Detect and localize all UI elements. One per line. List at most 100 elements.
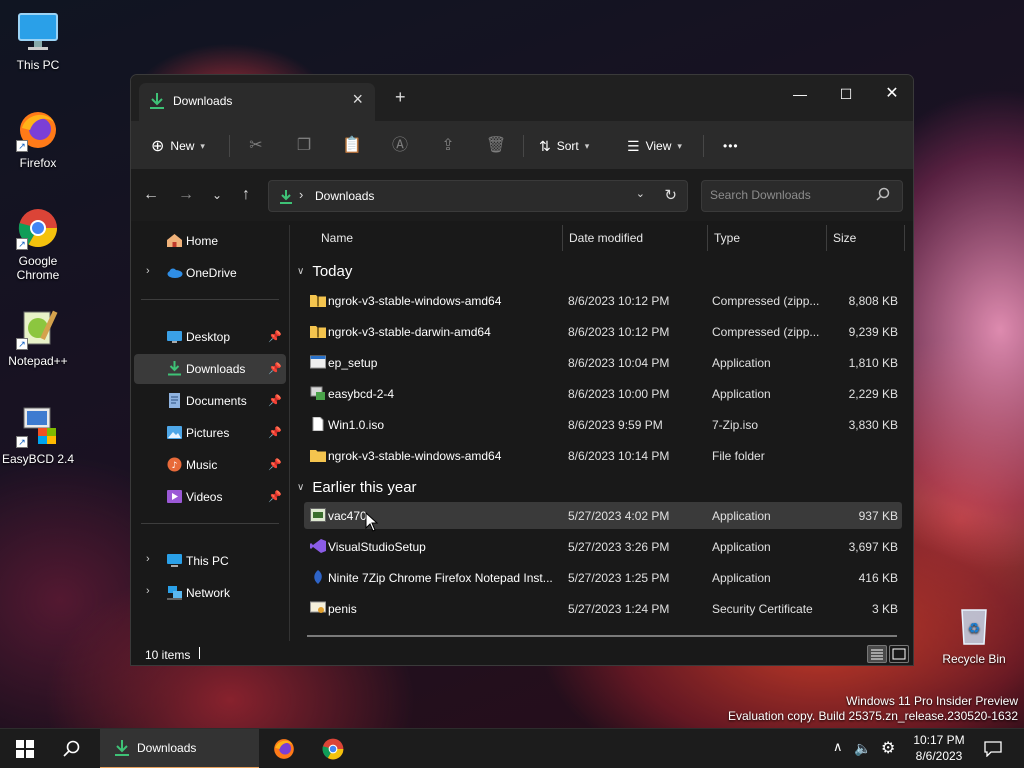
horizontal-scrollbar[interactable] <box>307 635 897 637</box>
zip-folder-icon <box>310 324 326 339</box>
pin-icon[interactable]: 📌 <box>268 330 282 343</box>
taskbar-item-firefox[interactable] <box>266 729 302 768</box>
notification-center-button[interactable] <box>978 729 1008 768</box>
desktop-icon-recycle-bin[interactable]: ♻ Recycle Bin <box>936 604 1012 666</box>
chevron-right-icon[interactable]: › <box>146 553 150 565</box>
sidebar-item-onedrive[interactable]: › OneDrive <box>134 258 286 288</box>
file-name: Win1.0.iso <box>328 418 385 432</box>
sidebar-item-desktop[interactable]: Desktop 📌 <box>134 322 286 352</box>
rename-icon[interactable]: Ⓐ <box>389 135 411 157</box>
column-divider[interactable] <box>904 225 905 251</box>
table-row[interactable]: VisualStudioSetup 5/27/2023 3:26 PM Applic… <box>304 533 902 560</box>
notepad-plus-plus-icon: ↗ <box>16 306 60 350</box>
table-row[interactable]: Win1.0.iso 8/6/2023 9:59 PM 7-Zip.iso 3,830… <box>304 411 902 438</box>
sidebar-item-music[interactable]: ♪ Music 📌 <box>134 450 286 480</box>
desktop-icon-firefox[interactable]: ↗ Firefox <box>0 108 76 170</box>
paste-icon[interactable]: 📋 <box>341 135 363 157</box>
table-row[interactable]: ep_setup 8/6/2023 10:04 PM Application 1,81… <box>304 349 902 376</box>
copy-icon[interactable]: ❐ <box>293 135 315 157</box>
table-row[interactable]: penis 5/27/2023 1:24 PM Security Certifica… <box>304 595 902 622</box>
table-row[interactable]: ngrok-v3-stable-darwin-amd64 8/6/2023 10:… <box>304 318 902 345</box>
share-icon[interactable]: ⇪ <box>437 135 459 157</box>
recent-locations-button[interactable]: ⌄ <box>205 183 229 207</box>
settings-button[interactable]: ⚙ <box>878 729 902 768</box>
table-row[interactable]: ngrok-v3-stable-windows-amd64 8/6/2023 10… <box>304 442 902 469</box>
new-button[interactable]: ⊕ New ▾ <box>151 131 205 161</box>
group-header-today[interactable]: ∨ Today <box>297 263 352 280</box>
sidebar-item-this-pc[interactable]: › This PC <box>134 546 286 576</box>
chevron-down-icon[interactable]: ⌄ <box>636 187 645 200</box>
file-size: 3,830 KB <box>848 418 898 432</box>
pin-icon[interactable]: 📌 <box>268 458 282 471</box>
sidebar-item-home[interactable]: Home <box>134 226 286 256</box>
sidebar-item-videos[interactable]: Videos 📌 <box>134 482 286 512</box>
back-button[interactable]: ← <box>139 183 163 207</box>
table-row[interactable]: Ninite 7Zip Chrome Firefox Notepad Inst.… <box>304 564 902 591</box>
column-header-size[interactable]: Size <box>833 231 856 245</box>
sidebar-item-network[interactable]: › Network <box>134 578 286 608</box>
view-button[interactable]: ☰ View ▾ <box>627 131 682 161</box>
close-window-button[interactable]: ✕ <box>869 79 913 109</box>
firefox-icon: ↗ <box>16 108 60 152</box>
column-divider[interactable] <box>826 225 827 251</box>
sidebar-item-downloads[interactable]: Downloads 📌 <box>134 354 286 384</box>
forward-button[interactable]: → <box>174 183 198 207</box>
column-divider[interactable] <box>562 225 563 251</box>
pin-icon[interactable]: 📌 <box>268 362 282 375</box>
refresh-icon[interactable]: ↻ <box>664 186 677 204</box>
pin-icon[interactable]: 📌 <box>268 394 282 407</box>
search-box[interactable] <box>701 180 903 212</box>
sidebar-item-documents[interactable]: Documents 📌 <box>134 386 286 416</box>
column-header-name[interactable]: Name <box>321 231 353 245</box>
picture-icon <box>166 425 183 440</box>
sidebar-item-label: Home <box>186 234 219 248</box>
pane-splitter[interactable] <box>289 225 290 643</box>
folder-icon <box>310 448 326 463</box>
details-view-button[interactable] <box>867 645 887 663</box>
desktop-icon-this-pc[interactable]: This PC <box>0 10 76 72</box>
column-header-type[interactable]: Type <box>714 231 740 245</box>
chevron-right-icon[interactable]: › <box>146 265 150 277</box>
search-input[interactable] <box>710 188 870 202</box>
tab-downloads[interactable]: Downloads × <box>139 83 375 121</box>
chevron-right-icon[interactable]: › <box>146 585 150 597</box>
pin-icon[interactable]: 📌 <box>268 426 282 439</box>
pin-icon[interactable]: 📌 <box>268 490 282 503</box>
maximize-button[interactable]: ☐ <box>823 79 869 109</box>
show-hidden-icons-button[interactable]: ∧ <box>828 729 850 768</box>
up-button[interactable]: ↑ <box>234 183 258 207</box>
clock[interactable]: 10:17 PM 8/6/2023 <box>906 729 972 768</box>
breadcrumb-downloads[interactable]: Downloads <box>315 189 374 203</box>
ellipsis-icon: ••• <box>723 139 739 153</box>
sidebar-item-pictures[interactable]: Pictures 📌 <box>134 418 286 448</box>
new-tab-button[interactable]: + <box>395 87 406 108</box>
more-options-button[interactable]: ••• <box>723 131 739 161</box>
table-row[interactable]: easybcd-2-4 8/6/2023 10:00 PM Application 2… <box>304 380 902 407</box>
taskbar-item-chrome[interactable] <box>315 729 351 768</box>
close-tab-icon[interactable]: × <box>352 89 363 110</box>
column-header-date-modified[interactable]: Date modified <box>569 231 643 245</box>
column-divider[interactable] <box>707 225 708 251</box>
delete-icon[interactable]: 🗑 <box>485 135 507 157</box>
file-size: 8,808 KB <box>848 294 898 308</box>
file-type: Application <box>712 540 771 554</box>
tiles-view-button[interactable] <box>889 645 909 663</box>
desktop-icon-easybcd[interactable]: ↗ EasyBCD 2.4 <box>0 404 76 466</box>
start-button[interactable] <box>8 729 42 768</box>
cut-icon[interactable]: ✂ <box>245 135 267 157</box>
toolbar-separator <box>703 135 704 157</box>
address-bar[interactable]: › Downloads ⌄ ↻ <box>268 180 688 212</box>
sort-button[interactable]: ⇅ Sort ▾ <box>539 131 589 161</box>
table-row[interactable]: ngrok-v3-stable-windows-amd64 8/6/2023 10… <box>304 287 902 314</box>
desktop-icon-notepad-plus-plus[interactable]: ↗ Notepad++ <box>0 306 76 368</box>
group-header-earlier-this-year[interactable]: ∨ Earlier this year <box>297 479 417 496</box>
minimize-button[interactable]: — <box>777 79 823 109</box>
search-icon[interactable] <box>876 187 890 204</box>
volume-button[interactable]: 🔈 <box>852 729 874 768</box>
taskbar-item-downloads[interactable]: Downloads <box>100 729 259 768</box>
desktop-icon-google-chrome[interactable]: ↗ Google Chrome <box>0 206 76 282</box>
table-row[interactable]: vac470 5/27/2023 4:02 PM Application 937 KB <box>304 502 902 529</box>
search-button[interactable] <box>52 729 92 768</box>
file-name: vac470 <box>328 509 367 523</box>
music-icon: ♪ <box>166 457 183 472</box>
